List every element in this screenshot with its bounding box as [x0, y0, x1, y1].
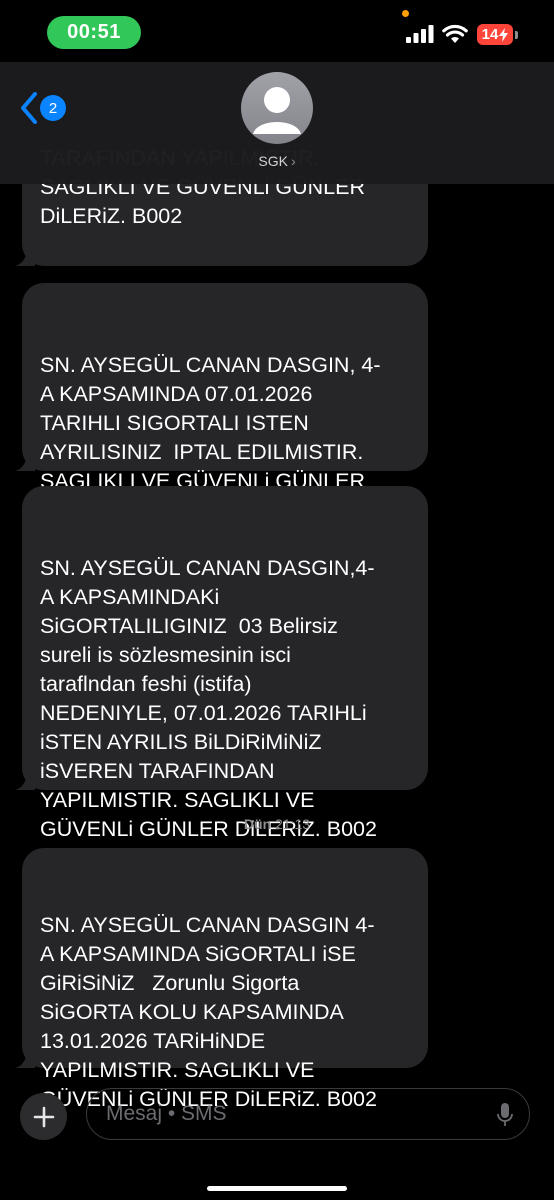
home-indicator[interactable] [207, 1186, 347, 1191]
back-button[interactable]: 2 [20, 88, 80, 128]
message-input-placeholder: Mesaj • SMS [106, 1102, 227, 1125]
timestamp-day: Dün [243, 816, 272, 832]
message-bubble[interactable]: SN. AYSEGÜL CANAN DASGIN, 4- A KAPSAMIND… [15, 283, 428, 522]
battery-cap [515, 31, 518, 39]
message-text: SN. AYSEGÜL CANAN DASGIN 4- A KAPSAMINDA… [40, 913, 377, 1111]
conversation-header: 2 SGK › [0, 62, 554, 184]
chevron-left-icon [21, 92, 37, 124]
charging-bolt-icon [499, 27, 509, 42]
contact-name: SGK [258, 153, 288, 169]
add-attachment-button[interactable] [20, 1093, 67, 1140]
contact-name-button[interactable]: SGK › [0, 153, 554, 169]
unread-count-badge: 2 [40, 95, 66, 121]
contact-avatar[interactable] [241, 72, 313, 144]
bubble-tail [15, 453, 35, 471]
bubble-tail [15, 248, 35, 266]
status-time[interactable]: 00:51 [47, 16, 141, 49]
battery-icon: 14 [477, 24, 513, 45]
wifi-icon [442, 24, 468, 43]
message-bubble[interactable]: SN. AYSEGÜL CANAN DASGIN,4- A KAPSAMINDA… [15, 486, 428, 841]
message-input[interactable]: Mesaj • SMS [86, 1088, 530, 1140]
privacy-indicator-dot [402, 10, 409, 17]
status-bar: 00:51 14 [0, 0, 554, 62]
message-bubble[interactable]: SN. AYSEGÜL CANAN DASGIN 4- A KAPSAMINDA… [15, 848, 428, 1111]
bubble-tail [15, 1050, 35, 1068]
chevron-right-icon: › [290, 153, 296, 169]
person-placeholder-icon [253, 87, 301, 134]
message-timestamp: Dün 21:13 [0, 816, 554, 832]
timestamp-time: 21:13 [275, 816, 311, 832]
plus-icon [33, 1106, 54, 1127]
message-text: SN. AYSEGÜL CANAN DASGIN,4- A KAPSAMINDA… [40, 556, 377, 841]
microphone-icon[interactable] [497, 1103, 513, 1127]
cellular-signal-icon [406, 25, 434, 43]
battery-level: 14 [481, 26, 499, 43]
bubble-tail [15, 772, 35, 790]
